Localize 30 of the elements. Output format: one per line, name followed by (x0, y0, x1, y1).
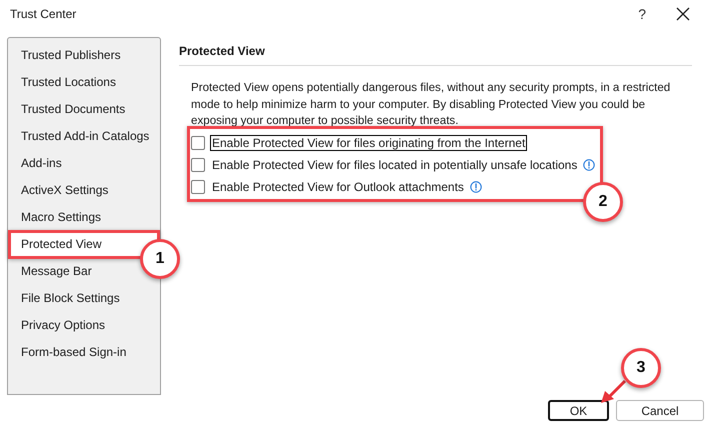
sidebar-item[interactable]: Message Bar (9, 258, 95, 285)
sidebar-item[interactable]: Trusted Locations (9, 69, 119, 96)
description-text: Protected View opens potentially dangerous files, without any security prompts, in a restricted mode to help minimize harm to your computer. By disabling Protected View you could be exposing your computer to possible security threats. (191, 80, 672, 129)
sidebar-item[interactable]: Trusted Publishers (9, 42, 124, 69)
sidebar-item[interactable]: Macro Settings (9, 204, 104, 231)
sidebar-item[interactable]: File Block Settings (9, 285, 123, 312)
sidebar-item[interactable]: Add-ins (9, 150, 65, 177)
sidebar-item[interactable]: Trusted Documents (9, 96, 128, 123)
step-number-badge: 2 (583, 182, 623, 222)
checkbox-label[interactable]: Enable Protected View for Outlook attachments (210, 178, 466, 194)
checkbox[interactable] (191, 180, 205, 194)
close-icon[interactable] (676, 7, 690, 21)
info-icon[interactable] (470, 180, 482, 192)
annotation-arrow (601, 380, 627, 404)
checkbox[interactable] (191, 158, 205, 172)
window-title: Trust Center (10, 7, 78, 21)
sidebar-item[interactable]: Trusted Add-in Catalogs (9, 123, 152, 150)
cancel-button[interactable]: Cancel (616, 400, 704, 421)
sidebar-item[interactable]: ActiveX Settings (9, 177, 112, 204)
step-number-badge: 1 (140, 239, 180, 279)
info-icon[interactable] (583, 158, 596, 170)
checkbox[interactable] (191, 136, 205, 150)
help-button[interactable]: ? (638, 6, 646, 22)
sidebar-item[interactable]: Privacy Options (9, 312, 108, 339)
ok-button[interactable]: OK (548, 400, 609, 421)
checkbox-label[interactable]: Enable Protected View for files located in potentially unsafe locations (210, 156, 580, 172)
checkbox-label[interactable]: Enable Protected View for files originating from the Internet (210, 134, 528, 150)
sidebar-item[interactable]: Form-based Sign-in (9, 339, 130, 366)
section-heading: Protected View (179, 44, 266, 60)
step-number-badge: 3 (621, 348, 661, 388)
